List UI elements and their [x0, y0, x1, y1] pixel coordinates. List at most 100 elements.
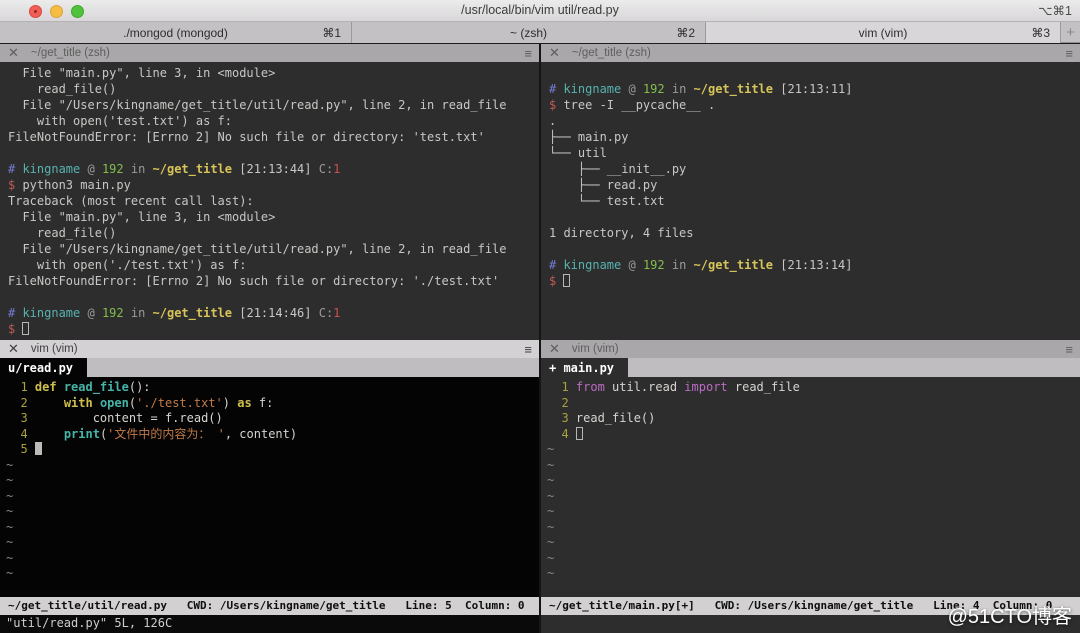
tab-zsh[interactable]: ~ (zsh) ⌘2: [352, 22, 706, 43]
terminal-line: File "main.py", line 3, in <module>: [8, 209, 539, 225]
pane-title: ~/get_title (zsh): [572, 47, 651, 59]
close-pane-icon[interactable]: ✕: [8, 341, 19, 357]
terminal-line: [549, 241, 1080, 257]
terminal-line: ~: [547, 442, 1080, 458]
tab-label: ~ (zsh): [510, 26, 547, 40]
vim-tab-read-py[interactable]: u/read.py: [0, 358, 87, 377]
vim-tabline: u/read.py: [0, 358, 539, 377]
window-titlebar: /usr/local/bin/vim util/read.py ⌥⌘1: [0, 0, 1080, 22]
tab-label: vim (vim): [859, 26, 908, 40]
terminal-line: read_file(): [8, 81, 539, 97]
terminal-line: # kingname @ 192 in ~/get_title [21:14:4…: [8, 305, 539, 321]
terminal-line: FileNotFoundError: [Errno 2] No such fil…: [8, 129, 539, 145]
pane-menu-icon[interactable]: ≡: [524, 46, 531, 61]
vim-buffer-read-py[interactable]: 1 def read_file(): 2 with open('./test.t…: [0, 377, 539, 597]
pane-top-left-zsh: ✕ ~/get_title (zsh) ≡ File "main.py", li…: [0, 44, 539, 340]
pane-header: ✕ ~/get_title (zsh) ≡: [541, 44, 1080, 62]
terminal-line: 2 with open('./test.txt') as f:: [6, 396, 539, 412]
vim-buffer-main-py[interactable]: 1 from util.read import read_file 2 3 re…: [541, 377, 1080, 597]
tab-shortcut: ⌘3: [1031, 26, 1050, 40]
vim-command-line: "util/read.py" 5L, 126C: [0, 615, 539, 633]
terminal-line: # kingname @ 192 in ~/get_title [21:13:1…: [549, 81, 1080, 97]
terminal-line: with open('./test.txt') as f:: [8, 257, 539, 273]
terminal-line: with open('test.txt') as f:: [8, 113, 539, 129]
pane-bottom-right-vim: ✕ vim (vim) ≡ + main.py 1 from util.read…: [541, 340, 1080, 633]
terminal-line: ~: [547, 489, 1080, 505]
terminal-line: .: [549, 113, 1080, 129]
terminal-line: ~: [6, 566, 539, 582]
tab-vim[interactable]: vim (vim) ⌘3: [706, 22, 1061, 43]
terminal-line: [8, 289, 539, 305]
terminal-line: 3 read_file(): [547, 411, 1080, 427]
pane-divider[interactable]: [539, 44, 541, 633]
terminal-line: ~: [547, 566, 1080, 582]
terminal-line: [549, 209, 1080, 225]
terminal-line: File "main.py", line 3, in <module>: [8, 65, 539, 81]
watermark: @51CTO博客: [948, 600, 1072, 629]
vim-tabline: + main.py: [541, 358, 1080, 377]
window-title: /usr/local/bin/vim util/read.py: [0, 3, 1080, 17]
terminal-line: 4 print('文件中的内容为： ', content): [6, 427, 539, 443]
pane-menu-icon[interactable]: ≡: [524, 342, 531, 357]
terminal-line: [549, 65, 1080, 81]
terminal-line: └── test.txt: [549, 193, 1080, 209]
terminal-output[interactable]: File "main.py", line 3, in <module> read…: [0, 62, 539, 340]
pane-title: vim (vim): [31, 343, 78, 355]
terminal-line: ├── read.py: [549, 177, 1080, 193]
terminal-line: 1 directory, 4 files: [549, 225, 1080, 241]
tab-mongod[interactable]: ./mongod (mongod) ⌘1: [0, 22, 352, 43]
terminal-line: $: [549, 273, 1080, 289]
close-pane-icon[interactable]: ✕: [549, 341, 560, 357]
tab-shortcut: ⌘1: [322, 26, 341, 40]
tab-shortcut: ⌘2: [676, 26, 695, 40]
window-shortcut-hint: ⌥⌘1: [1038, 3, 1072, 18]
pane-top-right-zsh: ✕ ~/get_title (zsh) ≡ # kingname @ 192 i…: [541, 44, 1080, 340]
terminal-output[interactable]: # kingname @ 192 in ~/get_title [21:13:1…: [541, 62, 1080, 340]
terminal-line: 5: [6, 442, 539, 458]
terminal-line: [8, 145, 539, 161]
terminal-line: $: [8, 321, 539, 337]
terminal-line: └── util: [549, 145, 1080, 161]
terminal-line: # kingname @ 192 in ~/get_title [21:13:1…: [549, 257, 1080, 273]
close-pane-icon[interactable]: ✕: [549, 45, 560, 61]
pane-bottom-left-vim: ✕ vim (vim) ≡ u/read.py 1 def read_file(…: [0, 340, 539, 633]
text-cursor: [563, 274, 570, 287]
terminal-line: ~: [547, 520, 1080, 536]
terminal-line: ~: [547, 551, 1080, 567]
terminal-line: $ tree -I __pycache__ .: [549, 97, 1080, 113]
terminal-line: 2: [547, 396, 1080, 412]
tab-bar: ./mongod (mongod) ⌘1 ~ (zsh) ⌘2 vim (vim…: [0, 22, 1080, 43]
pane-header: ✕ vim (vim) ≡: [0, 340, 539, 358]
terminal-line: 3 content = f.read(): [6, 411, 539, 427]
terminal-line: File "/Users/kingname/get_title/util/rea…: [8, 241, 539, 257]
terminal-window: /usr/local/bin/vim util/read.py ⌥⌘1 ./mo…: [0, 0, 1080, 633]
terminal-line: read_file(): [8, 225, 539, 241]
pane-title: vim (vim): [572, 343, 619, 355]
terminal-line: ~: [547, 504, 1080, 520]
pane-menu-icon[interactable]: ≡: [1065, 342, 1072, 357]
pane-header: ✕ vim (vim) ≡: [541, 340, 1080, 358]
terminal-line: ~: [6, 520, 539, 536]
text-cursor: [22, 322, 29, 335]
close-pane-icon[interactable]: ✕: [8, 45, 19, 61]
terminal-line: File "/Users/kingname/get_title/util/rea…: [8, 97, 539, 113]
pane-title: ~/get_title (zsh): [31, 47, 110, 59]
vim-tab-main-py[interactable]: + main.py: [541, 358, 628, 377]
terminal-line: FileNotFoundError: [Errno 2] No such fil…: [8, 273, 539, 289]
pane-menu-icon[interactable]: ≡: [1065, 46, 1072, 61]
terminal-line: ~: [547, 458, 1080, 474]
terminal-line: ~: [6, 489, 539, 505]
terminal-line: ~: [6, 504, 539, 520]
terminal-line: 1 from util.read import read_file: [547, 380, 1080, 396]
terminal-line: ~: [6, 535, 539, 551]
tab-label: ./mongod (mongod): [123, 26, 228, 40]
terminal-line: ~: [547, 473, 1080, 489]
new-tab-button[interactable]: +: [1061, 22, 1080, 42]
text-cursor: [576, 427, 583, 440]
vim-statusline: ~/get_title/util/read.py CWD: /Users/kin…: [0, 597, 539, 615]
terminal-line: 1 def read_file():: [6, 380, 539, 396]
terminal-line: ~: [6, 473, 539, 489]
terminal-line: $ python3 main.py: [8, 177, 539, 193]
pane-header: ✕ ~/get_title (zsh) ≡: [0, 44, 539, 62]
terminal-line: ~: [6, 551, 539, 567]
